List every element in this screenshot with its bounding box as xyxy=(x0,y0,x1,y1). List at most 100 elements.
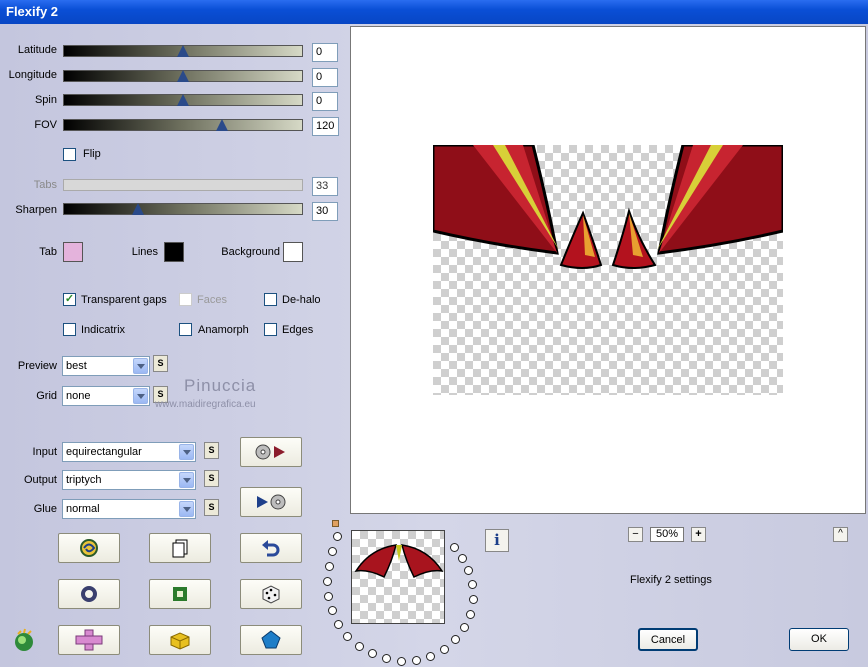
orbit-dot[interactable] xyxy=(450,543,459,552)
cross-net-icon xyxy=(75,629,103,651)
undo-button[interactable] xyxy=(240,533,302,563)
latitude-thumb[interactable] xyxy=(177,45,189,57)
longitude-value[interactable]: 0 xyxy=(312,68,338,87)
fov-value[interactable]: 120 xyxy=(312,117,339,136)
output-select[interactable]: triptych xyxy=(62,470,196,490)
spin-thumb[interactable] xyxy=(177,94,189,106)
orbit-dot[interactable] xyxy=(440,645,449,654)
orbit-dot[interactable] xyxy=(458,554,467,563)
dialog-client: Latitude 0 Longitude 0 Spin 0 FOV 120 Fl… xyxy=(0,24,868,667)
orbit-dot[interactable] xyxy=(412,656,421,665)
orbit-dot[interactable] xyxy=(368,649,377,658)
latitude-value[interactable]: 0 xyxy=(312,43,338,62)
cross-button[interactable] xyxy=(58,625,120,655)
navigator-image xyxy=(354,544,444,579)
spin-slider[interactable] xyxy=(63,94,303,106)
cube-button[interactable] xyxy=(149,625,211,655)
sharpen-value[interactable]: 30 xyxy=(312,202,338,221)
ok-button[interactable]: OK xyxy=(789,628,849,651)
edges-label: Edges xyxy=(282,324,314,336)
save-preset-button[interactable] xyxy=(240,487,302,517)
undo-icon xyxy=(262,540,280,557)
orbit-dot[interactable] xyxy=(324,592,333,601)
info-button[interactable]: i xyxy=(485,529,509,552)
swirl-icon xyxy=(80,539,98,557)
tabs-value: 33 xyxy=(312,177,338,196)
spin-value[interactable]: 0 xyxy=(312,92,338,111)
watermark-name: Pinuccia xyxy=(184,376,257,395)
square-button[interactable] xyxy=(149,579,211,609)
cube-icon xyxy=(170,632,190,650)
fov-thumb[interactable] xyxy=(216,119,228,131)
faces-checkbox xyxy=(179,293,192,306)
load-preset-button[interactable] xyxy=(240,437,302,467)
glue-select-value: normal xyxy=(66,503,100,515)
longitude-thumb[interactable] xyxy=(177,70,189,82)
ring-button[interactable] xyxy=(58,579,120,609)
glue-select-label: Glue xyxy=(33,503,57,515)
chevron-down-icon xyxy=(179,472,194,488)
grid-select-label: Grid xyxy=(36,390,57,402)
pentagon-button[interactable] xyxy=(240,625,302,655)
glue-select[interactable]: normal xyxy=(62,499,196,519)
disc-play-icon xyxy=(255,444,285,460)
fov-label: FOV xyxy=(34,119,57,131)
dice-button[interactable] xyxy=(240,579,302,609)
ring-icon xyxy=(81,586,97,602)
orbit-dot[interactable] xyxy=(451,635,460,644)
background-color-swatch[interactable] xyxy=(283,242,303,262)
orbit-dot[interactable] xyxy=(343,632,352,641)
edges-checkbox[interactable] xyxy=(264,323,277,336)
flip-checkbox[interactable] xyxy=(63,148,76,161)
tab-color-label: Tab xyxy=(39,246,57,258)
fov-slider[interactable] xyxy=(63,119,303,131)
square-icon xyxy=(173,587,187,601)
orbit-dot[interactable] xyxy=(355,642,364,651)
copy-button[interactable] xyxy=(149,533,211,563)
latitude-slider[interactable] xyxy=(63,45,303,57)
orbit-dot[interactable] xyxy=(466,610,475,619)
background-color-label: Background xyxy=(221,246,280,258)
orbit-dot[interactable] xyxy=(328,606,337,615)
tab-color-swatch[interactable] xyxy=(63,242,83,262)
preview-s-button[interactable]: S xyxy=(153,355,168,372)
sharpen-thumb[interactable] xyxy=(132,203,144,215)
orbit-dot[interactable] xyxy=(464,566,473,575)
lines-color-swatch[interactable] xyxy=(164,242,184,262)
orbit-dot[interactable] xyxy=(397,657,406,666)
orbit-dot[interactable] xyxy=(382,654,391,663)
navigator-thumbnail[interactable] xyxy=(351,530,445,624)
orbit-dot[interactable] xyxy=(333,532,342,541)
cancel-button[interactable]: Cancel xyxy=(638,628,698,651)
longitude-slider[interactable] xyxy=(63,70,303,82)
input-select[interactable]: equirectangular xyxy=(62,442,196,462)
orbit-dot[interactable] xyxy=(468,580,477,589)
glue-s-button[interactable]: S xyxy=(204,499,219,516)
orbit-dot[interactable] xyxy=(469,595,478,604)
preview-select[interactable]: best xyxy=(62,356,150,376)
orbit-dot[interactable] xyxy=(325,562,334,571)
title-bar: Flexify 2 xyxy=(0,0,868,24)
de-halo-checkbox[interactable] xyxy=(264,293,277,306)
sharpen-slider[interactable] xyxy=(63,203,303,215)
flip-label: Flip xyxy=(83,148,101,160)
tabs-slider xyxy=(63,179,303,191)
orbit-dot[interactable] xyxy=(460,623,469,632)
randomize-button[interactable] xyxy=(58,533,120,563)
grid-select[interactable]: none xyxy=(62,386,150,406)
zoom-out-button[interactable]: − xyxy=(628,527,643,542)
orbit-dot[interactable] xyxy=(328,547,337,556)
preview-image xyxy=(433,145,783,395)
preview-pane[interactable] xyxy=(350,26,866,514)
output-s-button[interactable]: S xyxy=(204,470,219,487)
collapse-button[interactable]: ^ xyxy=(833,527,848,542)
orbit-dot[interactable] xyxy=(334,620,343,629)
orbit-dot[interactable] xyxy=(426,652,435,661)
orbit-dot[interactable] xyxy=(323,577,332,586)
orbit-handle[interactable] xyxy=(332,520,339,527)
zoom-in-button[interactable]: + xyxy=(691,527,706,542)
anamorph-checkbox[interactable] xyxy=(179,323,192,336)
transparent-gaps-checkbox[interactable]: ✓ xyxy=(63,293,76,306)
indicatrix-checkbox[interactable] xyxy=(63,323,76,336)
input-s-button[interactable]: S xyxy=(204,442,219,459)
